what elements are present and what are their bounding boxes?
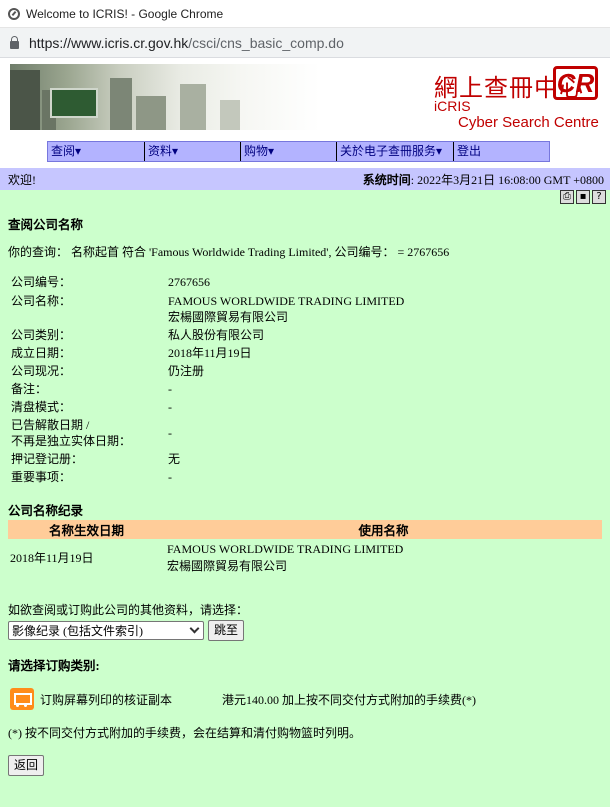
query-summary: 你的查询： 名称起首 符合 'Famous Worldwide Trading … xyxy=(8,245,450,259)
more-info-controls: 影像纪录 (包括文件索引) 跳至 xyxy=(8,620,602,641)
field-value: FAMOUS WORLDWIDE TRADING LIMITED 宏楊國際貿易有限… xyxy=(165,292,602,326)
field-label: 备注： xyxy=(11,382,48,396)
field-label: 公司名称： xyxy=(11,294,72,308)
help-icon[interactable]: ? xyxy=(592,190,606,204)
back-button[interactable]: 返回 xyxy=(8,755,45,776)
field-value: 无 xyxy=(168,452,181,466)
lock-icon[interactable] xyxy=(10,35,19,49)
info-type-select-value[interactable]: 影像纪录 (包括文件索引) xyxy=(12,622,143,639)
table-row: 公司名称： FAMOUS WORLDWIDE TRADING LIMITED 宏楊… xyxy=(8,292,602,326)
table-row: 公司编号： 2767656 xyxy=(8,272,602,292)
system-time: 系统时间: 2022年3月21日 16:08:00 GMT +0800 xyxy=(363,171,604,188)
cr-logo: CR xyxy=(553,66,598,100)
field-value: 2018年11月19日 xyxy=(168,346,252,360)
table-row: 公司类别： 私人股份有限公司 xyxy=(8,326,602,344)
company-name-zh: 宏楊國際貿易有限公司 xyxy=(168,310,289,324)
field-label: 已告解散日期 / 不再是独立实体日期： xyxy=(8,416,165,450)
toolbar: ⎙ ▪ ? xyxy=(0,190,610,208)
name-used-cell: FAMOUS WORLDWIDE TRADING LIMITED 宏楊國際貿易有限… xyxy=(165,539,602,577)
order-category-title: 请选择订购类别: xyxy=(8,659,100,673)
logo-icris: iCRIS xyxy=(434,98,471,114)
field-label-line1: 已告解散日期 / xyxy=(11,418,90,432)
save-icon[interactable]: ▪ xyxy=(576,190,590,204)
order-item: 订购屏幕列印的核证副本 港元140.00 加上按不同交付方式附加的手续费(*) xyxy=(8,688,602,710)
welcome-bar: 欢迎! 系统时间: 2022年3月21日 16:08:00 GMT +0800 xyxy=(0,168,610,190)
menu-search[interactable]: 查阅▾ xyxy=(48,142,145,161)
logo-cyber-search-centre: Cyber Search Centre xyxy=(458,114,599,131)
field-label: 公司现况： xyxy=(11,364,72,378)
field-label: 公司编号： xyxy=(11,275,72,289)
column-header-effective-date: 名称生效日期 xyxy=(8,520,165,539)
field-label: 公司类别： xyxy=(11,328,72,342)
field-value: - xyxy=(168,470,172,484)
field-value: 仍注册 xyxy=(168,364,205,378)
welcome-text: 欢迎! xyxy=(8,172,36,187)
chevron-down-icon[interactable] xyxy=(189,623,200,634)
table-row: 清盘模式： - xyxy=(8,398,602,416)
name-used-zh: 宏楊國際貿易有限公司 xyxy=(167,559,288,573)
system-time-label: 系统时间 xyxy=(362,172,411,187)
window-title: Welcome to ICRIS! - Google Chrome xyxy=(26,6,224,21)
menu-shopping[interactable]: 购物▾ xyxy=(241,142,337,161)
table-row: 成立日期： 2018年11月19日 xyxy=(8,344,602,362)
main-menu: 查阅▾ 资料▾ 购物▾ 关於电子查冊服务▾ 登出 xyxy=(47,141,550,162)
fee-note: (*) 按不同交付方式附加的手续费，会在结算和清付购物篮时列明。 xyxy=(8,726,361,740)
names-record-title: 公司名称纪录 xyxy=(8,504,84,518)
more-info-prompt: 如欲查阅或订购此公司的其他资料，请选择： xyxy=(8,603,249,617)
menu-about-service[interactable]: 关於电子查冊服务▾ xyxy=(337,142,454,161)
column-header-name-used: 使用名称 xyxy=(165,520,602,539)
table-row: 重要事项： - xyxy=(8,468,602,486)
field-value: 2767656 xyxy=(168,275,210,289)
table-row: 押记登记册： 无 xyxy=(8,450,602,468)
url-path[interactable]: /csci/cns_basic_comp.do xyxy=(188,35,344,51)
table-row: 已告解散日期 / 不再是独立实体日期： - xyxy=(8,416,602,450)
field-value: - xyxy=(168,382,172,396)
shopping-cart-icon[interactable] xyxy=(10,688,34,710)
name-used-en: FAMOUS WORLDWIDE TRADING LIMITED xyxy=(167,542,404,556)
url-host[interactable]: https://www.icris.cr.gov.hk xyxy=(29,35,188,51)
go-button[interactable]: 跳至 xyxy=(208,620,245,641)
print-icon[interactable]: ⎙ xyxy=(560,190,574,204)
effective-date-cell: 2018年11月19日 xyxy=(10,550,94,565)
table-row: 备注： - xyxy=(8,380,602,398)
menubar-container: 查阅▾ 资料▾ 购物▾ 关於电子查冊服务▾ 登出 xyxy=(0,139,610,168)
table-row: 公司现况： 仍注册 xyxy=(8,362,602,380)
menu-logout[interactable]: 登出 xyxy=(454,142,549,161)
browser-title-bar: Welcome to ICRIS! - Google Chrome xyxy=(0,0,610,28)
address-bar[interactable]: https://www.icris.cr.gov.hk/csci/cns_bas… xyxy=(0,28,610,58)
field-value: - xyxy=(168,400,172,414)
table-row: 2018年11月19日 FAMOUS WORLDWIDE TRADING LIM… xyxy=(8,539,602,577)
info-type-select[interactable]: 影像纪录 (包括文件索引) xyxy=(8,621,204,640)
chrome-favicon-icon xyxy=(8,7,20,20)
banner-photo xyxy=(10,64,320,130)
table-header-row: 名称生效日期 使用名称 xyxy=(8,520,602,539)
names-record-table: 名称生效日期 使用名称 2018年11月19日 FAMOUS WORLDWIDE… xyxy=(8,520,602,577)
field-label: 押记登记册： xyxy=(11,452,84,466)
company-name-en: FAMOUS WORLDWIDE TRADING LIMITED xyxy=(168,294,405,308)
menu-information[interactable]: 资料▾ xyxy=(145,142,241,161)
field-value: - xyxy=(168,426,172,440)
field-label-line2: 不再是独立实体日期： xyxy=(11,434,132,448)
site-banner: 網上查冊中心 CR iCRIS Cyber Search Centre xyxy=(0,58,610,139)
field-label: 重要事项： xyxy=(11,470,72,484)
main-content: 查阅公司名称 你的查询： 名称起首 符合 'Famous Worldwide T… xyxy=(0,214,610,776)
system-time-value: : 2022年3月21日 16:08:00 GMT +0800 xyxy=(410,172,604,187)
field-label: 成立日期： xyxy=(11,346,72,360)
order-item-label: 订购屏幕列印的核证副本 xyxy=(40,692,173,707)
page-title: 查阅公司名称 xyxy=(8,218,84,232)
order-item-price: 港元140.00 加上按不同交付方式附加的手续费(*) xyxy=(222,692,476,707)
field-value: 私人股份有限公司 xyxy=(168,328,265,342)
field-label: 清盘模式： xyxy=(11,400,72,414)
company-info-table: 公司编号： 2767656 公司名称： FAMOUS WORLDWIDE TRA… xyxy=(8,272,602,486)
